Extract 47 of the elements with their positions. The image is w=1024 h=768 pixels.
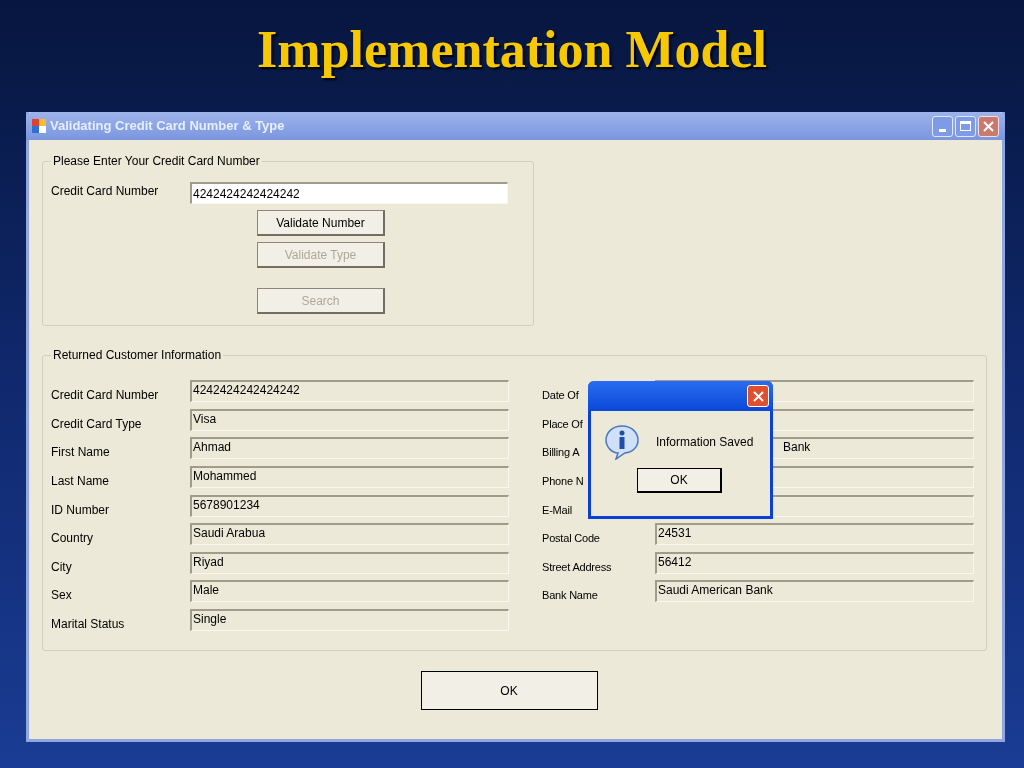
ok-button[interactable]: OK: [420, 671, 598, 710]
field-label: Phone N: [542, 475, 584, 488]
field-label: E-Mail: [542, 503, 572, 516]
maximize-button[interactable]: [955, 115, 976, 137]
field-label: Country: [51, 530, 95, 548]
field-label: First Name: [51, 444, 111, 462]
dialog-message: Information Saved: [656, 434, 754, 451]
text-field[interactable]: 4242424242424242: [190, 380, 509, 403]
window-title: Validating Credit Card Number & Type: [50, 117, 285, 136]
close-icon: [983, 120, 994, 132]
app-icon: [32, 119, 46, 133]
field-label: Postal Code: [542, 532, 600, 545]
field-label: Sex: [51, 587, 73, 605]
field-label: Place Of: [542, 417, 583, 430]
text-field[interactable]: Male: [190, 580, 509, 603]
info-icon: [604, 424, 640, 460]
dialog-ok-button[interactable]: OK: [637, 468, 722, 493]
field-label: Marital Status: [51, 616, 126, 634]
close-icon: [752, 390, 764, 402]
text-field[interactable]: 5678901234: [190, 494, 509, 517]
field-label: Credit Card Number: [51, 183, 160, 200]
field-label: Credit Card Type: [51, 415, 143, 433]
field-label: Date Of: [542, 389, 579, 402]
slide-title: Implementation Model: [257, 20, 767, 80]
text-field[interactable]: 56412: [655, 551, 974, 574]
text-field[interactable]: Mohammed: [190, 466, 509, 489]
card-number-input[interactable]: 4242424242424242: [190, 182, 508, 204]
field-label: ID Number: [51, 501, 110, 519]
close-button[interactable]: [978, 115, 999, 137]
field-label: Billing A: [542, 446, 580, 459]
dialog-close-button[interactable]: [747, 385, 769, 407]
field-label: Last Name: [51, 473, 111, 491]
field-label: City: [51, 558, 73, 576]
text-field[interactable]: Visa: [190, 408, 509, 431]
text-field[interactable]: Riyad: [190, 551, 509, 574]
minimize-button[interactable]: [932, 115, 953, 137]
text-field[interactable]: Ahmad: [190, 437, 509, 460]
group-title: Please Enter Your Credit Card Number: [52, 153, 261, 170]
text-field[interactable]: Saudi American Bank: [655, 580, 974, 603]
text-field[interactable]: 24531: [655, 523, 974, 546]
field-label: Credit Card Number: [51, 387, 160, 405]
text-field[interactable]: Single: [190, 609, 509, 632]
group-title: Returned Customer Information: [52, 347, 223, 364]
field-label: Bank Name: [542, 589, 598, 602]
field-label: Street Address: [542, 560, 612, 573]
text-field[interactable]: Saudi Arabua: [190, 523, 509, 546]
form-button[interactable]: Validate Number: [257, 210, 385, 236]
